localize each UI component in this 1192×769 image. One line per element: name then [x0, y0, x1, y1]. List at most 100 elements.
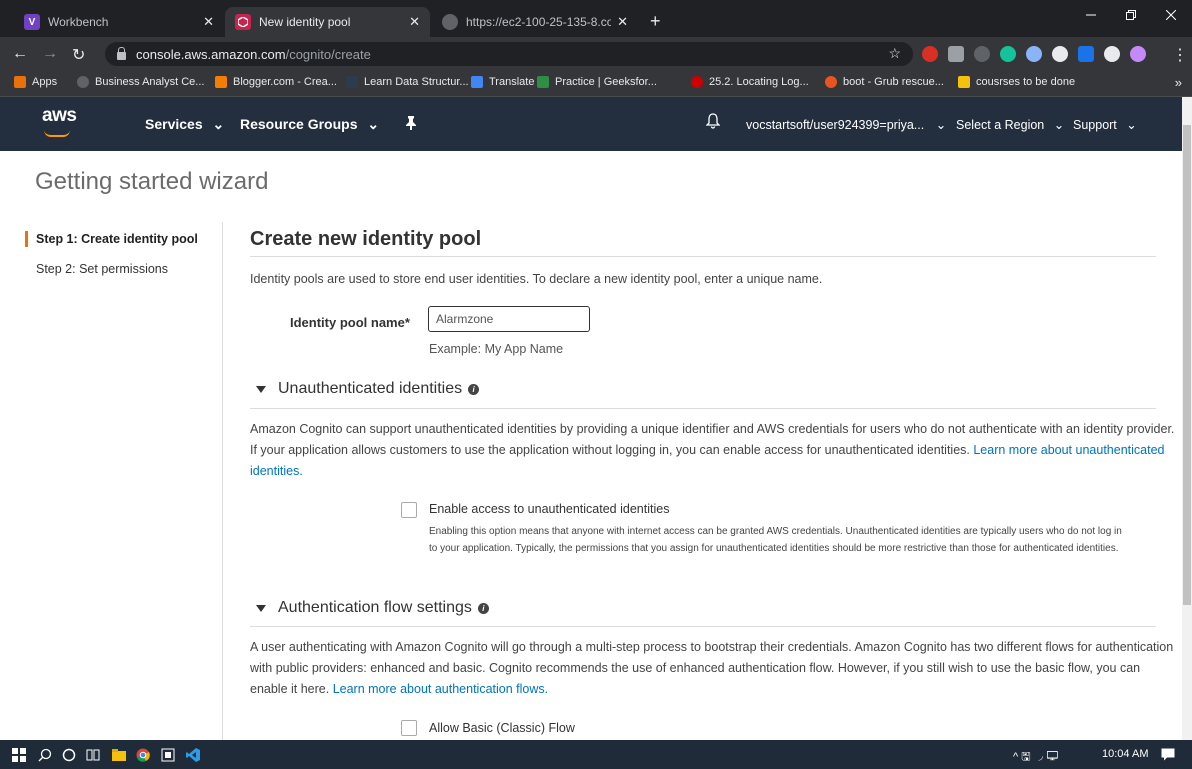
bookmark-apps[interactable]: Apps	[14, 76, 57, 88]
authflow-text-line: with public providers: enhanced and basi…	[250, 661, 1141, 675]
folder-icon	[958, 76, 970, 88]
gfg-icon	[537, 76, 549, 88]
chevron-down-icon: ⌄	[367, 116, 380, 132]
bookmark-label: Blogger.com - Crea...	[233, 76, 337, 88]
section-heading: Create new identity pool	[250, 228, 482, 250]
region-label: Select a Region	[956, 118, 1045, 132]
tab-title: New identity pool	[259, 15, 351, 29]
intro-text: Identity pools are used to store end use…	[250, 272, 823, 286]
cortana-icon[interactable]	[61, 747, 76, 762]
learn-more-unauth-link[interactable]: Learn more about unauthenticated	[973, 443, 1164, 457]
aws-smile-logo-icon	[44, 130, 70, 137]
workbench-favicon-icon: V	[24, 14, 40, 30]
authflow-description: A user authenticating with Amazon Cognit…	[250, 637, 1175, 700]
pool-name-label: Identity pool name*	[290, 315, 410, 330]
windows-start-icon[interactable]	[11, 747, 26, 762]
chevron-down-icon: ⌄	[212, 116, 225, 132]
tab-new-identity-pool[interactable]: New identity pool ✕	[225, 7, 430, 37]
close-tab-icon[interactable]: ✕	[617, 14, 628, 30]
bookmark-translate[interactable]: Translate	[471, 76, 534, 88]
search-icon[interactable]	[37, 747, 52, 762]
unauth-description: Amazon Cognito can support unauthenticat…	[250, 419, 1175, 482]
reload-icon[interactable]: ↻	[72, 45, 85, 65]
extension-icon[interactable]	[948, 46, 964, 62]
resource-groups-menu[interactable]: Resource Groups ⌄	[240, 116, 379, 133]
app-icon[interactable]	[160, 747, 175, 762]
system-tray[interactable]: ^ 🖫 ◞ 🖵	[1013, 748, 1058, 767]
info-icon[interactable]: i	[468, 383, 480, 395]
region-menu[interactable]: Select a Region ⌄	[956, 117, 1064, 132]
more-bookmarks-icon[interactable]: »	[1175, 75, 1182, 90]
step-create-identity-pool[interactable]: Step 1: Create identity pool	[36, 232, 198, 246]
authflow-text-line: enable it here.	[250, 682, 333, 696]
chrome-icon[interactable]	[135, 747, 150, 762]
task-view-icon[interactable]	[85, 747, 100, 762]
caret-down-icon	[256, 604, 266, 612]
extension-blocker-icon[interactable]	[922, 46, 938, 62]
learn-more-unauth-link-cont[interactable]: identities.	[250, 464, 303, 478]
bookmark-folder-courses[interactable]: cousrses to be done	[958, 76, 1075, 88]
minimize-window-icon[interactable]	[1071, 0, 1111, 30]
address-bar[interactable]: console.aws.amazon.com /cognito/create ☆	[105, 42, 913, 66]
bookmark-geeksforgeeks[interactable]: Practice | Geeksfor...	[537, 76, 657, 88]
back-arrow-icon[interactable]: ←	[12, 45, 28, 63]
aws-logo[interactable]: aws	[42, 105, 77, 127]
allow-basic-flow-label[interactable]: Allow Basic (Classic) Flow	[429, 721, 575, 735]
services-menu[interactable]: Services ⌄	[145, 116, 224, 133]
tab-ec2-instance[interactable]: https://ec2-100-25-135-8.compu ✕	[432, 7, 638, 37]
forward-arrow-icon[interactable]: →	[42, 45, 58, 63]
notifications-icon[interactable]	[1160, 747, 1175, 762]
bookmark-business-analyst[interactable]: Business Analyst Ce...	[77, 76, 204, 88]
close-window-icon[interactable]	[1151, 0, 1191, 30]
info-icon[interactable]: i	[477, 602, 489, 614]
bookmark-learn-data-structures[interactable]: Learn Data Structur...	[346, 76, 469, 88]
sidebar-divider	[222, 222, 223, 740]
authflow-text-line: A user authenticating with Amazon Cognit…	[250, 640, 1174, 654]
bookmark-grub-rescue[interactable]: boot - Grub rescue...	[825, 76, 944, 88]
extension-icon[interactable]	[1026, 46, 1042, 62]
browser-menu-icon[interactable]: ⋮	[1172, 45, 1188, 65]
unauth-section-toggle[interactable]: Unauthenticated identities i	[256, 380, 480, 398]
new-tab-button[interactable]: +	[650, 11, 661, 32]
step-set-permissions[interactable]: Step 2: Set permissions	[36, 262, 168, 276]
support-menu[interactable]: Support ⌄	[1073, 117, 1137, 132]
pin-icon[interactable]	[405, 116, 417, 133]
tab-workbench[interactable]: V Workbench ✕	[14, 7, 224, 37]
resource-groups-label: Resource Groups	[240, 116, 358, 132]
clock[interactable]: 10:04 AM	[1102, 748, 1148, 760]
bookmark-star-icon[interactable]: ☆	[888, 45, 901, 62]
bookmark-blogger[interactable]: Blogger.com - Crea...	[215, 76, 337, 88]
bookmark-label: boot - Grub rescue...	[843, 76, 944, 88]
restore-window-icon[interactable]	[1111, 0, 1151, 30]
enable-unauth-label[interactable]: Enable access to unauthenticated identit…	[429, 502, 669, 516]
notification-bell-icon[interactable]	[706, 113, 720, 129]
learn-more-authflow-link[interactable]: Learn more about authentication flows.	[333, 682, 548, 696]
support-label: Support	[1073, 118, 1117, 132]
extension-icon[interactable]	[1052, 46, 1068, 62]
screen: V Workbench ✕ New identity pool ✕ https:…	[0, 0, 1192, 769]
bookmark-label: 25.2. Locating Log...	[709, 76, 809, 88]
lock-icon	[117, 47, 126, 60]
help-line: Enabling this option means that anyone w…	[429, 526, 1122, 537]
blogger-icon	[215, 76, 227, 88]
file-explorer-icon[interactable]	[111, 747, 126, 762]
scrollbar-thumb[interactable]	[1183, 125, 1191, 605]
authflow-section-toggle[interactable]: Authentication flow settings i	[256, 599, 489, 617]
enable-unauth-checkbox[interactable]	[401, 502, 417, 518]
vscode-icon[interactable]	[185, 747, 200, 762]
caret-down-icon	[256, 385, 266, 393]
grammarly-icon[interactable]	[1000, 46, 1016, 62]
redhat-icon	[691, 76, 703, 88]
account-menu[interactable]: vocstartsoft/user924399=priya... ⌄	[746, 117, 946, 132]
allow-basic-flow-checkbox[interactable]	[401, 720, 417, 736]
extensions-puzzle-icon[interactable]	[1104, 46, 1120, 62]
bookmark-locating-log[interactable]: 25.2. Locating Log...	[691, 76, 809, 88]
close-tab-icon[interactable]: ✕	[409, 14, 420, 30]
identity-pool-name-input[interactable]	[428, 306, 590, 332]
heading-divider	[250, 256, 1156, 257]
profile-avatar[interactable]	[1130, 46, 1146, 62]
url-host: console.aws.amazon.com	[136, 46, 286, 62]
extension-icon[interactable]	[974, 46, 990, 62]
extension-icon[interactable]	[1078, 46, 1094, 62]
close-tab-icon[interactable]: ✕	[203, 14, 214, 30]
